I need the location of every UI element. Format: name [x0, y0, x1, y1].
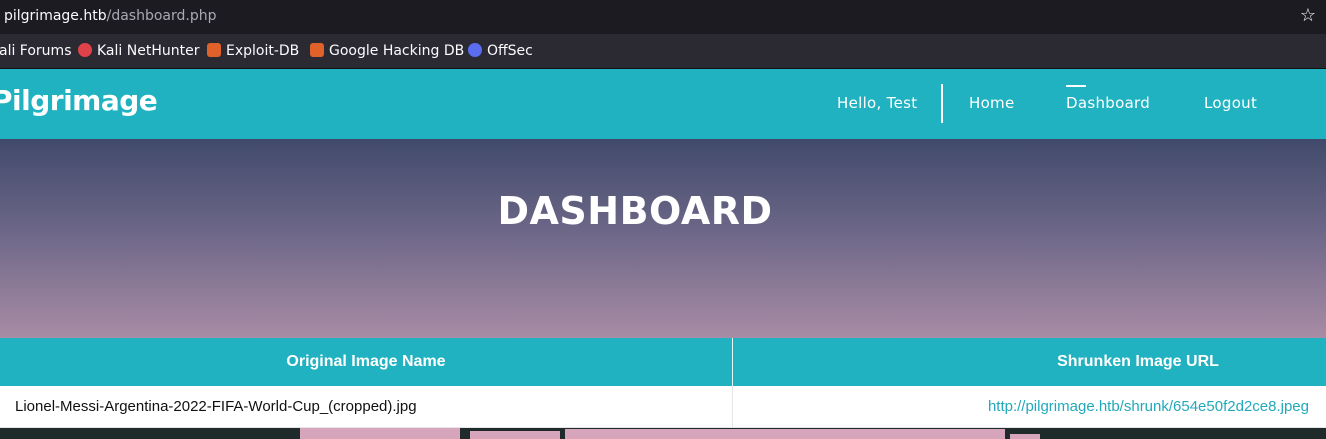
bookmark-google-hacking-db[interactable]: Google Hacking DB	[310, 43, 464, 59]
original-image-name: Lionel-Messi-Argentina-2022-FIFA-World-C…	[15, 398, 417, 415]
nav-link-home[interactable]: Home	[969, 94, 1015, 112]
dashboard-hero: DASHBOARD	[0, 139, 1326, 338]
site-brand[interactable]: Pilgrimage	[0, 84, 158, 117]
bookmark-label: OffSec	[487, 43, 533, 59]
browser-address-bar[interactable]: pilgrimage.htb/dashboard.php ☆	[0, 0, 1326, 35]
column-header-shrunken-url: Shrunken Image URL	[1057, 353, 1219, 370]
nav-link-logout[interactable]: Logout	[1204, 94, 1257, 112]
bookmark-exploit-db[interactable]: Exploit-DB	[207, 43, 299, 59]
table-header: Original Image Name Shrunken Image URL	[0, 338, 1326, 386]
background-silhouette	[0, 428, 1326, 439]
cell-divider	[732, 386, 733, 427]
url-path: /dashboard.php	[106, 8, 217, 24]
bookmark-offsec[interactable]: OffSec	[468, 43, 533, 59]
nav-divider	[941, 84, 943, 123]
column-header-original-name: Original Image Name	[286, 353, 446, 370]
bookmark-label: Kali NetHunter	[97, 43, 200, 59]
user-greeting: Hello, Test	[837, 94, 918, 112]
page-title: DASHBOARD	[497, 189, 773, 233]
bookmark-label: Exploit-DB	[226, 43, 300, 59]
shrunken-image-link[interactable]: http://pilgrimage.htb/shrunk/654e50f2d2c…	[988, 386, 1309, 427]
silhouette-shape	[565, 429, 1005, 439]
silhouette-shape	[470, 431, 560, 439]
bookmark-kali-forums[interactable]: ali Forums	[0, 43, 72, 59]
silhouette-shape	[300, 428, 460, 439]
active-indicator	[1066, 85, 1086, 87]
bookmark-label: Google Hacking DB	[329, 43, 465, 59]
offsec-icon	[468, 43, 482, 57]
site-navbar: Pilgrimage Hello, Test Home Dashboard Lo…	[0, 69, 1326, 139]
ghdb-icon	[310, 43, 324, 57]
bookmark-kali-nethunter[interactable]: Kali NetHunter	[78, 43, 199, 59]
bookmark-label: ali Forums	[0, 43, 72, 59]
silhouette-shape	[1010, 434, 1040, 439]
bookmark-star-icon[interactable]: ☆	[1298, 5, 1318, 27]
url-host: pilgrimage.htb	[4, 8, 107, 24]
bookmarks-bar: ali Forums Kali NetHunter Exploit-DB Goo…	[0, 34, 1326, 69]
url-text[interactable]: pilgrimage.htb/dashboard.php	[4, 8, 217, 24]
table-row: Lionel-Messi-Argentina-2022-FIFA-World-C…	[0, 386, 1326, 428]
nethunter-icon	[78, 43, 92, 57]
nav-link-dashboard[interactable]: Dashboard	[1066, 94, 1150, 112]
exploitdb-icon	[207, 43, 221, 57]
